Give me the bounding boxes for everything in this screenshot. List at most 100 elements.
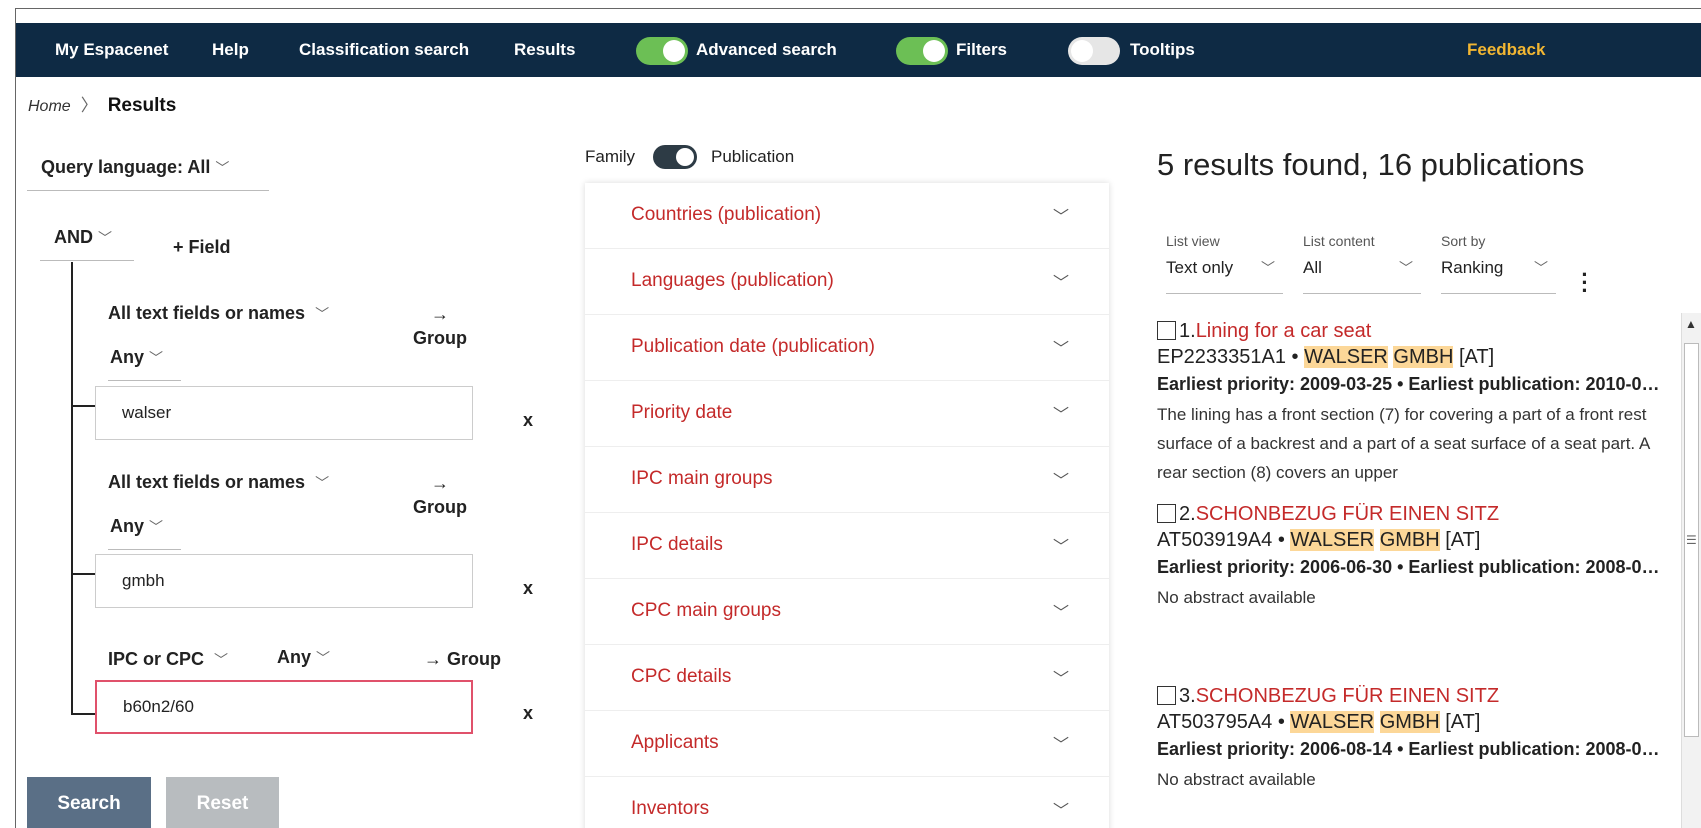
nav-feedback[interactable]: Feedback [1467, 23, 1545, 77]
search-term-input[interactable]: gmbh [95, 554, 473, 608]
list-view-label: List view [1166, 233, 1220, 249]
facet-countries[interactable]: Countries (publication) ﹀ [585, 183, 1109, 249]
chevron-down-icon: ﹀ [1052, 473, 1069, 490]
result-title-link[interactable]: Lining for a car seat [1196, 320, 1372, 342]
facet-label: Countries (publication) [631, 204, 822, 225]
group-button[interactable]: → Group [410, 471, 470, 519]
facet-label: IPC details [631, 534, 723, 555]
result-item[interactable]: 1.Lining for a car seat EP2233351A1 • WA… [1157, 320, 1687, 487]
tooltips-toggle[interactable] [1068, 37, 1120, 65]
result-item[interactable]: 2.SCHONBEZUG FÜR EINEN SITZ AT503919A4 •… [1157, 503, 1687, 612]
breadcrumb-home[interactable]: Home [28, 98, 71, 115]
nav-classification-search[interactable]: Classification search [299, 23, 469, 77]
result-title-link[interactable]: SCHONBEZUG FÜR EINEN SITZ [1196, 503, 1499, 525]
list-view-select[interactable]: Text only ﹀ [1166, 258, 1283, 294]
facet-applicants[interactable]: Applicants ﹀ [585, 711, 1109, 777]
qualifier-value: Any [277, 647, 312, 667]
group-button[interactable]: → Group [424, 649, 501, 670]
chevron-right-icon: 〉 [80, 96, 98, 115]
result-title-link[interactable]: SCHONBEZUG FÜR EINEN SITZ [1196, 685, 1499, 707]
list-content-select[interactable]: All ﹀ [1303, 258, 1421, 294]
search-term-input[interactable]: walser [95, 386, 473, 440]
facet-ipc-main-groups[interactable]: IPC main groups ﹀ [585, 447, 1109, 513]
field-type-value: IPC or CPC [108, 649, 205, 669]
facet-cpc-details[interactable]: CPC details ﹀ [585, 645, 1109, 711]
facet-languages[interactable]: Languages (publication) ﹀ [585, 249, 1109, 315]
nav-help[interactable]: Help [212, 23, 249, 77]
result-abstract: No abstract available [1157, 588, 1316, 607]
results-summary: 5 results found, 16 publications [1157, 147, 1585, 182]
chevron-down-icon: ﹀ [1052, 539, 1069, 556]
nav-filters-label[interactable]: Filters [956, 23, 1007, 77]
sort-by-value: Ranking [1441, 258, 1504, 277]
applicant-country: [AT] [1439, 711, 1481, 733]
query-tree-branch [71, 573, 95, 575]
facet-publication-date[interactable]: Publication date (publication) ﹀ [585, 315, 1109, 381]
nav-results[interactable]: Results [514, 23, 575, 77]
sort-by-select[interactable]: Ranking ﹀ [1441, 258, 1556, 294]
facet-inventors[interactable]: Inventors ﹀ [585, 777, 1109, 828]
search-button[interactable]: Search [27, 777, 151, 828]
result-title-row[interactable]: 2.SCHONBEZUG FÜR EINEN SITZ [1157, 503, 1687, 529]
result-publication-line: AT503919A4 • WALSER GMBH [AT] [1157, 529, 1687, 557]
nav-advanced-search-label[interactable]: Advanced search [696, 23, 837, 77]
result-title-row[interactable]: 3.SCHONBEZUG FÜR EINEN SITZ [1157, 685, 1687, 711]
add-field-button[interactable]: + Field [173, 237, 231, 258]
qualifier-value: Any [110, 347, 145, 367]
chevron-down-icon: ﹀ [1052, 275, 1069, 292]
scroll-grip-icon: ☰ [1686, 533, 1697, 547]
toggle-knob [676, 148, 694, 166]
reset-button[interactable]: Reset [166, 777, 279, 828]
family-publication-toggle[interactable] [653, 145, 697, 169]
results-scrollbar[interactable]: ▲ ☰ [1681, 313, 1701, 828]
operator-value: AND [54, 227, 93, 247]
search-term-input-invalid[interactable]: b60n2/60 [95, 680, 473, 734]
result-publication-line: AT503795A4 • WALSER GMBH [AT] [1157, 711, 1687, 739]
group-button[interactable]: → Group [410, 302, 470, 350]
facet-cpc-main-groups[interactable]: CPC main groups ﹀ [585, 579, 1109, 645]
qualifier-select[interactable]: Any ﹀ [108, 516, 181, 550]
field-type-select[interactable]: IPC or CPC ﹀ [108, 649, 228, 670]
facet-label: IPC main groups [631, 468, 773, 489]
facet-label: Applicants [631, 732, 719, 753]
result-dates: Earliest priority: 2006-08-14 • Earliest… [1157, 739, 1669, 759]
result-abstract: The lining has a front section (7) for c… [1157, 405, 1650, 482]
qualifier-select[interactable]: Any ﹀ [263, 647, 356, 681]
more-options-icon[interactable]: · · · [1580, 264, 1590, 302]
query-language-select[interactable]: Query language: All ﹀ [27, 157, 269, 191]
remove-field-button[interactable]: x [523, 410, 533, 431]
remove-field-button[interactable]: x [523, 578, 533, 599]
scroll-up-arrow-icon[interactable]: ▲ [1685, 317, 1697, 331]
nav-tooltips-label[interactable]: Tooltips [1130, 23, 1195, 77]
highlighted-term: GMBH [1379, 711, 1440, 733]
filter-facets-panel: Countries (publication) ﹀ Languages (publ… [585, 183, 1109, 828]
list-view-value: Text only [1166, 258, 1234, 277]
chevron-down-icon: ﹀ [315, 475, 330, 491]
chevron-down-icon: ﹀ [149, 519, 164, 535]
sort-by-label: Sort by [1441, 233, 1486, 249]
facet-ipc-details[interactable]: IPC details ﹀ [585, 513, 1109, 579]
result-number: 3. [1179, 685, 1196, 707]
family-label: Family [585, 147, 636, 166]
chevron-down-icon: ﹀ [1052, 209, 1069, 226]
remove-field-button[interactable]: x [523, 703, 533, 724]
breadcrumb: Home 〉 Results [28, 91, 176, 117]
filters-toggle[interactable] [896, 37, 948, 65]
nav-my-espacenet[interactable]: My Espacenet [55, 23, 168, 77]
result-item[interactable]: 3.SCHONBEZUG FÜR EINEN SITZ AT503795A4 •… [1157, 685, 1687, 794]
result-title-row[interactable]: 1.Lining for a car seat [1157, 320, 1687, 346]
browser-viewport: My Espacenet Help Classification search … [15, 8, 1701, 828]
result-checkbox[interactable] [1157, 321, 1176, 340]
advanced-search-toggle[interactable] [636, 37, 688, 65]
facet-label: Priority date [631, 402, 733, 423]
facet-priority-date[interactable]: Priority date ﹀ [585, 381, 1109, 447]
result-checkbox[interactable] [1157, 504, 1176, 523]
toggle-knob [663, 40, 685, 62]
operator-select[interactable]: AND ﹀ [40, 227, 134, 261]
field-type-select[interactable]: All text fields or names ﹀ [108, 303, 329, 324]
result-dates: Earliest priority: 2009-03-25 • Earliest… [1157, 374, 1669, 394]
field-type-value: All text fields or names [108, 303, 306, 323]
field-type-select[interactable]: All text fields or names ﹀ [108, 472, 329, 493]
result-checkbox[interactable] [1157, 686, 1176, 705]
qualifier-select[interactable]: Any ﹀ [108, 347, 181, 381]
